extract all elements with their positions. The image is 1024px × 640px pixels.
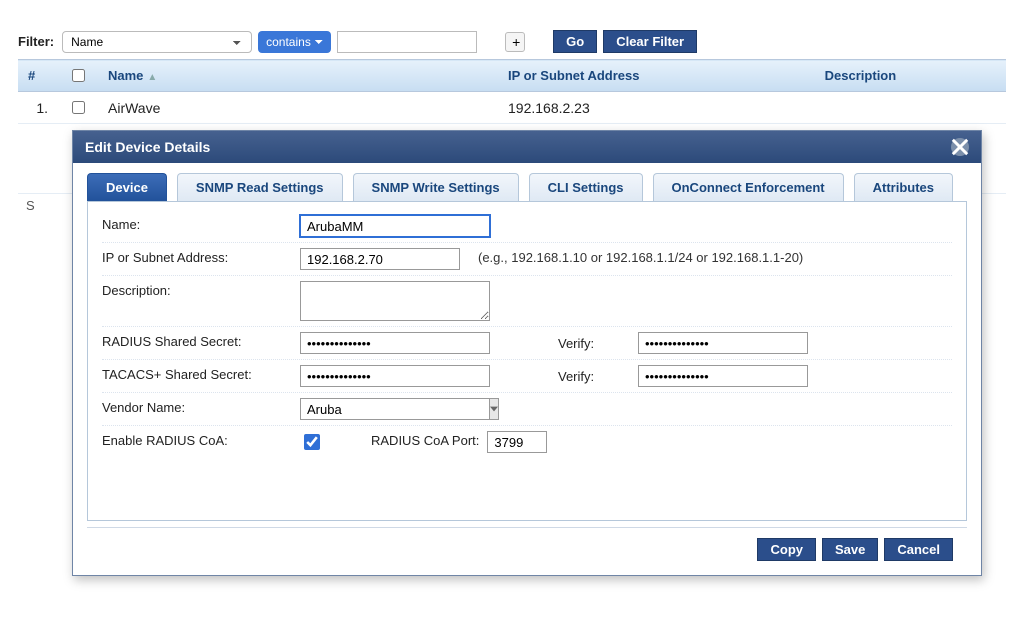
name-label: Name: bbox=[102, 215, 292, 232]
modal-titlebar: Edit Device Details bbox=[73, 131, 981, 163]
col-name-label: Name bbox=[108, 68, 143, 83]
tacacs-verify-input[interactable] bbox=[638, 365, 808, 387]
coa-port-label: RADIUS CoA Port: bbox=[371, 431, 479, 448]
tab-attributes[interactable]: Attributes bbox=[854, 173, 953, 201]
select-all-checkbox[interactable] bbox=[72, 69, 85, 82]
col-check[interactable] bbox=[58, 60, 98, 92]
tab-cli[interactable]: CLI Settings bbox=[529, 173, 643, 201]
cancel-button[interactable]: Cancel bbox=[884, 538, 953, 561]
row-num: 1. bbox=[18, 92, 58, 124]
modal-title-text: Edit Device Details bbox=[85, 139, 210, 155]
filter-go-button[interactable]: Go bbox=[553, 30, 597, 53]
tacacs-secret-input[interactable] bbox=[300, 365, 490, 387]
filter-field-select[interactable]: Name bbox=[62, 31, 252, 53]
filter-match-select[interactable]: contains bbox=[258, 31, 331, 53]
tab-device[interactable]: Device bbox=[87, 173, 167, 201]
row-desc bbox=[815, 92, 1006, 124]
filter-clear-button[interactable]: Clear Filter bbox=[603, 30, 697, 53]
table-row[interactable]: 1. AirWave 192.168.2.23 bbox=[18, 92, 1006, 124]
tacacs-verify-label: Verify: bbox=[558, 369, 628, 384]
coa-label: Enable RADIUS CoA: bbox=[102, 431, 292, 448]
radius-secret-input[interactable] bbox=[300, 332, 490, 354]
coa-port-input[interactable] bbox=[487, 431, 547, 453]
tab-onconnect[interactable]: OnConnect Enforcement bbox=[653, 173, 844, 201]
modal-footer: Copy Save Cancel bbox=[87, 527, 967, 571]
radius-verify-label: Verify: bbox=[558, 336, 628, 351]
col-desc[interactable]: Description bbox=[815, 60, 1006, 92]
name-input[interactable] bbox=[300, 215, 490, 237]
coa-checkbox[interactable] bbox=[304, 434, 320, 450]
filter-value-input[interactable] bbox=[337, 31, 477, 53]
ip-label: IP or Subnet Address: bbox=[102, 248, 292, 265]
vendor-combobox[interactable] bbox=[300, 398, 490, 420]
chevron-down-icon[interactable] bbox=[489, 398, 499, 420]
edit-device-modal: Edit Device Details Device SNMP Read Set… bbox=[72, 130, 982, 576]
vendor-label: Vendor Name: bbox=[102, 398, 292, 415]
row-name[interactable]: AirWave bbox=[98, 92, 498, 124]
close-icon[interactable] bbox=[951, 138, 969, 156]
radius-verify-input[interactable] bbox=[638, 332, 808, 354]
tab-snmp-write[interactable]: SNMP Write Settings bbox=[353, 173, 519, 201]
filter-bar: Filter: Name contains + Go Clear Filter bbox=[18, 0, 1006, 59]
col-ip[interactable]: IP or Subnet Address bbox=[498, 60, 815, 92]
sort-asc-icon: ▲ bbox=[147, 72, 157, 83]
copy-button[interactable]: Copy bbox=[757, 538, 816, 561]
ip-input[interactable] bbox=[300, 248, 460, 270]
modal-tabs: Device SNMP Read Settings SNMP Write Set… bbox=[87, 173, 967, 201]
save-button[interactable]: Save bbox=[822, 538, 878, 561]
desc-textarea[interactable] bbox=[300, 281, 490, 321]
col-name[interactable]: Name ▲ bbox=[98, 60, 498, 92]
device-tab-pane: Name: IP or Subnet Address: (e.g., 192.1… bbox=[87, 201, 967, 521]
ip-hint: (e.g., 192.168.1.10 or 192.168.1.1/24 or… bbox=[478, 248, 803, 265]
row-ip: 192.168.2.23 bbox=[498, 92, 815, 124]
row-checkbox[interactable] bbox=[72, 101, 85, 114]
vendor-input[interactable] bbox=[300, 398, 489, 420]
col-num[interactable]: # bbox=[18, 60, 58, 92]
radius-secret-label: RADIUS Shared Secret: bbox=[102, 332, 292, 349]
tacacs-secret-label: TACACS+ Shared Secret: bbox=[102, 365, 292, 382]
tab-snmp-read[interactable]: SNMP Read Settings bbox=[177, 173, 343, 201]
filter-add-button[interactable]: + bbox=[505, 32, 525, 52]
desc-label: Description: bbox=[102, 281, 292, 298]
filter-label: Filter: bbox=[18, 34, 54, 49]
